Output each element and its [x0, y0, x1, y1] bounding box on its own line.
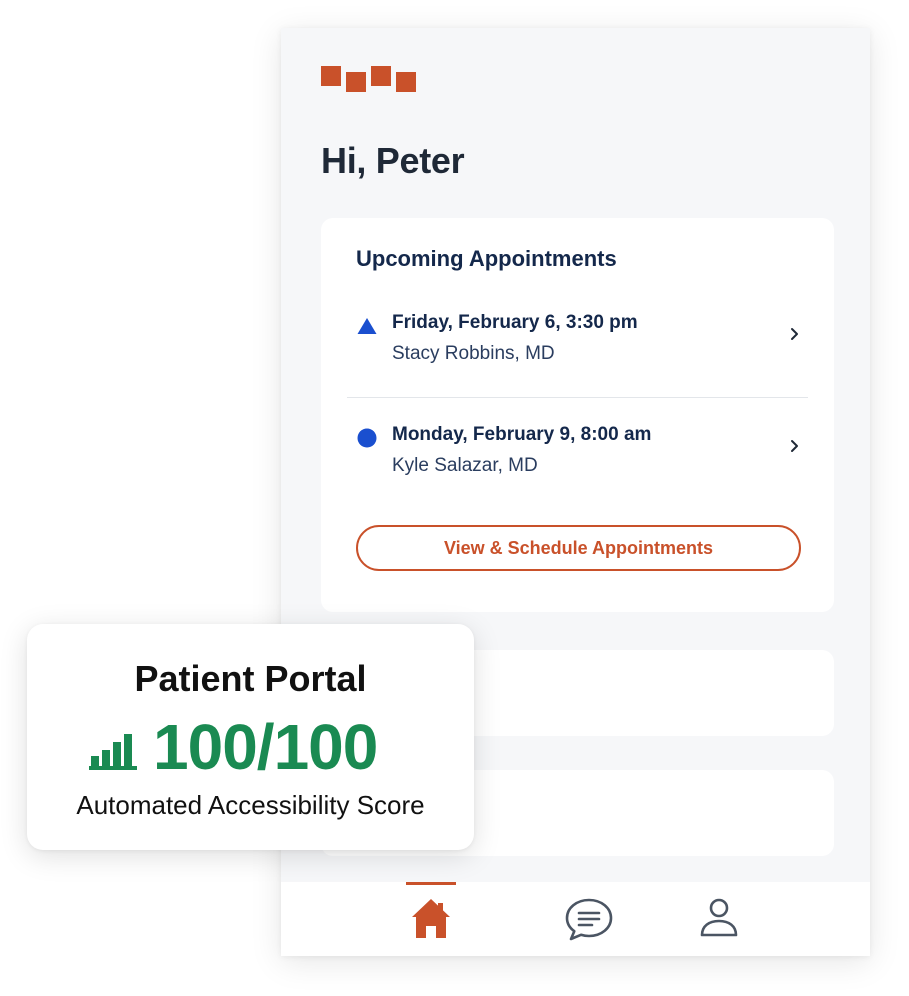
appointment-doctor: Kyle Salazar, MD	[392, 455, 538, 476]
appointment-item[interactable]: Monday, February 9, 8:00 am Kyle Salazar…	[321, 416, 834, 496]
chevron-right-icon	[791, 328, 798, 340]
triangle-icon	[357, 318, 377, 334]
score-card-title: Patient Portal	[134, 658, 367, 699]
signal-bars-icon	[89, 734, 137, 770]
score-label: Automated Accessibility Score	[76, 790, 425, 820]
active-tab-indicator	[406, 882, 456, 885]
profile-icon	[700, 898, 738, 937]
appointments-title: Upcoming Appointments	[356, 246, 617, 271]
appointment-date: Monday, February 9, 8:00 am	[392, 424, 652, 445]
bottom-navigation	[281, 882, 870, 956]
home-icon	[412, 899, 450, 938]
nav-profile[interactable]	[679, 882, 759, 956]
chevron-right-icon	[791, 440, 798, 452]
appointment-item[interactable]: Friday, February 6, 3:30 pm Stacy Robbin…	[321, 304, 834, 384]
appointment-doctor: Stacy Robbins, MD	[392, 343, 555, 364]
circle-icon	[357, 428, 377, 448]
upcoming-appointments-card: Upcoming Appointments Friday, February 6…	[321, 218, 834, 612]
chat-icon	[565, 898, 613, 941]
greeting-heading: Hi, Peter	[321, 140, 465, 181]
score-value: 100/100	[153, 711, 378, 783]
nav-home[interactable]	[391, 882, 471, 956]
brand-logo	[321, 66, 417, 94]
view-schedule-appointments-button[interactable]: View & Schedule Appointments	[356, 525, 801, 571]
appointment-date: Friday, February 6, 3:30 pm	[392, 312, 638, 333]
divider	[347, 397, 808, 398]
nav-messages[interactable]	[546, 882, 626, 956]
accessibility-score-card: Patient Portal 100/100 Automated Accessi…	[27, 624, 474, 850]
